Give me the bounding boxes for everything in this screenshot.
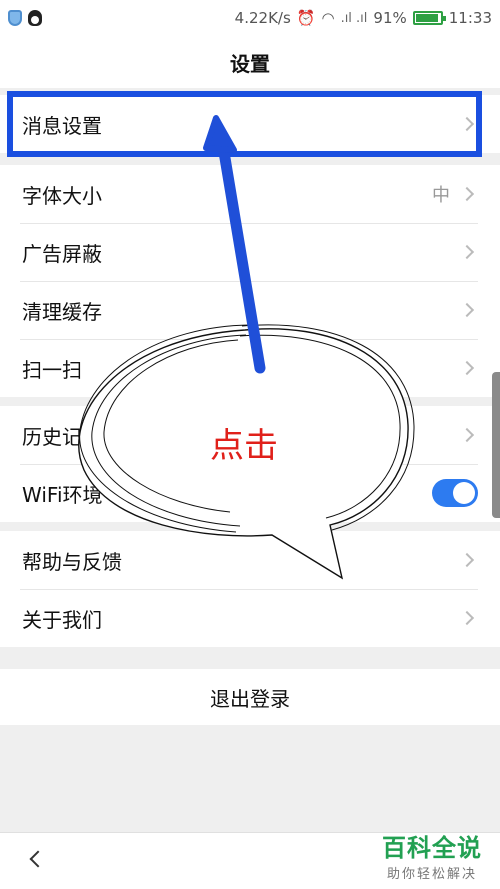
settings-group-4: 帮助与反馈 关于我们 [0,531,500,647]
chevron-right-icon [459,244,475,260]
chevron-right-icon [459,552,475,568]
settings-item-wifi: WiFi环境 [0,464,500,522]
settings-item-label: 广告屏蔽 [22,241,102,266]
settings-item-scan[interactable]: 扫一扫 [0,339,500,397]
chevron-left-icon [29,850,47,868]
font-size-value: 中 [432,185,450,206]
annotation-highlight-box [7,91,482,157]
chevron-right-icon [459,360,475,376]
settings-item-font-size[interactable]: 字体大小 中 [0,165,500,223]
logout-label: 退出登录 [210,686,290,711]
battery-percent: 91% [373,9,407,27]
page-header: 设置 [0,36,500,88]
watermark-logo: 百科全说 助你轻松解决 [368,828,496,886]
settings-item-label: 扫一扫 [22,357,82,382]
watermark-title: 百科全说 [382,834,482,862]
settings-item-label: 关于我们 [22,607,102,632]
chevron-right-icon [459,302,475,318]
settings-item-label: 字体大小 [22,183,102,208]
back-button[interactable] [24,847,48,875]
toggle-knob [453,482,475,504]
settings-item-clear-cache[interactable]: 清理缓存 [0,281,500,339]
shield-app-icon [8,10,22,26]
watermark-subtitle: 助你轻松解决 [386,867,477,882]
page-title: 设置 [230,51,270,76]
callout-text: 点击 [210,426,278,466]
wifi-toggle[interactable] [432,479,478,507]
logout-button[interactable]: 退出登录 [0,669,500,725]
settings-item-label: 清理缓存 [22,299,102,324]
chevron-right-icon [459,610,475,626]
signal-icon: .ıl .ıl [340,10,368,26]
settings-item-help[interactable]: 帮助与反馈 [0,531,500,589]
settings-item-ad-block[interactable]: 广告屏蔽 [0,223,500,281]
side-drawer-handle[interactable] [492,372,500,518]
net-speed: 4.22K/s [234,9,291,27]
clock: 11:33 [448,9,492,27]
chevron-right-icon [459,427,475,443]
settings-item-label: WiFi环境 [22,482,103,507]
battery-icon [412,11,446,25]
settings-group-2: 字体大小 中 广告屏蔽 清理缓存 扫一扫 [0,165,500,397]
settings-item-label: 帮助与反馈 [22,549,122,574]
alarm-icon: ⏰ [296,9,316,27]
wifi-icon: ◠ [321,9,335,27]
status-bar: 4.22K/s ⏰ ◠ .ıl .ıl 91% 11:33 [0,0,500,36]
qq-penguin-icon [28,10,42,26]
settings-item-about[interactable]: 关于我们 [0,589,500,647]
chevron-right-icon [459,186,475,202]
